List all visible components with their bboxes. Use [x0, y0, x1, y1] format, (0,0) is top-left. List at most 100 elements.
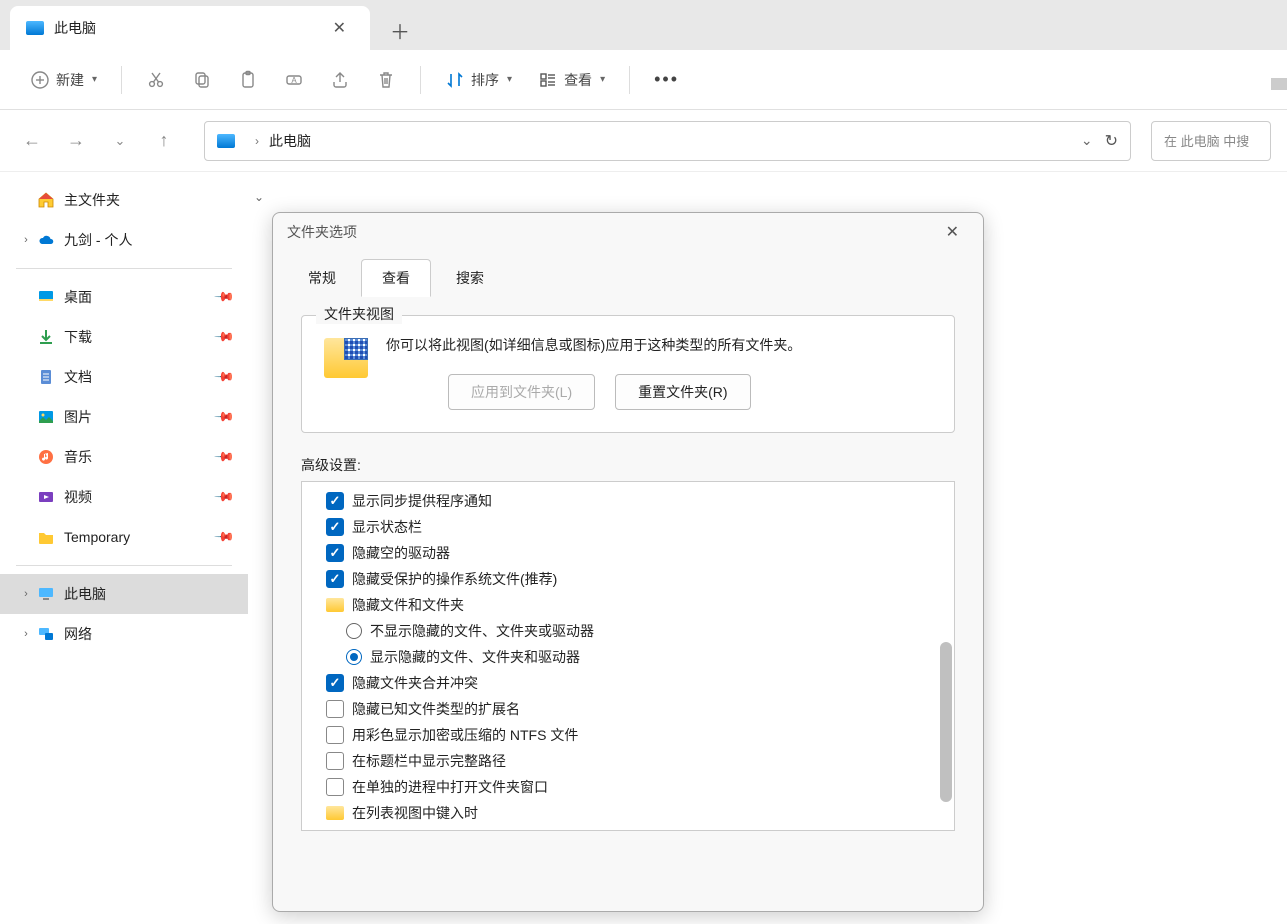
radio-icon[interactable] — [346, 649, 362, 665]
chevron-down-icon[interactable]: ⌄ — [1081, 132, 1093, 149]
back-button[interactable]: ← — [16, 125, 48, 157]
tab-view[interactable]: 查看 — [361, 259, 431, 297]
tab-thispc[interactable]: 此电脑 ✕ — [10, 6, 370, 50]
chevron-right-icon[interactable]: › — [16, 628, 36, 640]
sidebar-label: 桌面 — [64, 287, 92, 307]
advanced-settings-tree[interactable]: 显示同步提供程序通知显示状态栏隐藏空的驱动器隐藏受保护的操作系统文件(推荐)隐藏… — [301, 481, 955, 831]
search-placeholder: 在 此电脑 中搜 — [1164, 131, 1249, 150]
up-button[interactable]: ↑ — [148, 125, 180, 157]
delete-button[interactable] — [366, 62, 406, 98]
sidebar-label: 图片 — [64, 407, 92, 427]
sidebar-item-videos[interactable]: 视频 📌 — [0, 477, 248, 517]
cut-button[interactable] — [136, 62, 176, 98]
tree-check-item[interactable]: 显示同步提供程序通知 — [306, 488, 950, 514]
chevron-right-icon: › — [255, 134, 259, 148]
sort-icon — [445, 70, 465, 90]
checkbox-icon[interactable] — [326, 492, 344, 510]
refresh-icon[interactable]: ↻ — [1105, 131, 1118, 151]
checkbox-icon[interactable] — [326, 700, 344, 718]
scissors-icon — [146, 70, 166, 90]
tree-check-item[interactable]: 隐藏空的驱动器 — [306, 540, 950, 566]
chevron-right-icon[interactable]: › — [16, 588, 36, 600]
tree-check-item[interactable]: 在单独的进程中打开文件夹窗口 — [306, 774, 950, 800]
folder-icon — [326, 806, 344, 820]
rename-button[interactable]: A — [274, 62, 314, 98]
tab-search[interactable]: 搜索 — [435, 259, 505, 297]
toolbar: 新建 ▾ A 排序 ▾ — [0, 50, 1287, 110]
copy-button[interactable] — [182, 62, 222, 98]
sidebar-item-downloads[interactable]: 下载 📌 — [0, 317, 248, 357]
paste-button[interactable] — [228, 62, 268, 98]
sidebar-label: 音乐 — [64, 447, 92, 467]
search-input[interactable]: 在 此电脑 中搜 — [1151, 121, 1271, 161]
tree-radio-item[interactable]: 不显示隐藏的文件、文件夹或驱动器 — [306, 618, 950, 644]
divider — [16, 268, 232, 269]
tree-folder-item[interactable]: 隐藏文件和文件夹 — [306, 592, 950, 618]
tab-general[interactable]: 常规 — [287, 259, 357, 297]
close-icon[interactable]: ✕ — [325, 14, 354, 42]
checkbox-icon[interactable] — [326, 570, 344, 588]
nav-bar: ← → ⌄ ↑ › 此电脑 ⌄ ↻ 在 此电脑 中搜 — [0, 110, 1287, 172]
add-tab-button[interactable]: ＋ — [380, 10, 420, 50]
sidebar-item-temporary[interactable]: Temporary 📌 — [0, 517, 248, 557]
checkbox-icon[interactable] — [326, 778, 344, 796]
sort-button[interactable]: 排序 ▾ — [435, 62, 522, 98]
fieldset-legend: 文件夹视图 — [316, 304, 402, 324]
sidebar-item-home[interactable]: 主文件夹 — [0, 180, 248, 220]
sidebar-item-music[interactable]: 音乐 📌 — [0, 437, 248, 477]
sidebar-item-desktop[interactable]: 桌面 📌 — [0, 277, 248, 317]
tree-item-label: 隐藏文件夹合并冲突 — [352, 673, 478, 693]
tree-check-item[interactable]: 隐藏受保护的操作系统文件(推荐) — [306, 566, 950, 592]
tree-check-item[interactable]: 隐藏已知文件类型的扩展名 — [306, 696, 950, 722]
tree-check-item[interactable]: 用彩色显示加密或压缩的 NTFS 文件 — [306, 722, 950, 748]
address-text: 此电脑 — [269, 131, 1081, 151]
view-button[interactable]: 查看 ▾ — [528, 62, 615, 98]
reset-folders-button[interactable]: 重置文件夹(R) — [615, 374, 750, 410]
sidebar-item-thispc[interactable]: › 此电脑 — [0, 574, 248, 614]
checkbox-icon[interactable] — [326, 726, 344, 744]
tree-check-item[interactable]: 隐藏文件夹合并冲突 — [306, 670, 950, 696]
more-button[interactable]: ••• — [644, 62, 689, 98]
chevron-right-icon[interactable]: › — [16, 234, 36, 246]
clipboard-icon — [238, 70, 258, 90]
checkbox-icon[interactable] — [326, 752, 344, 770]
checkbox-icon[interactable] — [326, 674, 344, 692]
tree-radio-item[interactable]: 在视图中选中键入项 — [306, 826, 950, 831]
separator — [420, 66, 421, 94]
sidebar-item-network[interactable]: › 网络 — [0, 614, 248, 654]
tab-title: 此电脑 — [54, 18, 325, 38]
chevron-down-icon[interactable]: ⌄ — [254, 190, 264, 204]
forward-button[interactable]: → — [60, 125, 92, 157]
tree-folder-item[interactable]: 在列表视图中键入时 — [306, 800, 950, 826]
tree-item-label: 显示隐藏的文件、文件夹和驱动器 — [370, 647, 580, 667]
dialog-title: 文件夹选项 — [287, 222, 936, 242]
close-icon[interactable]: ✕ — [936, 218, 969, 246]
radio-icon[interactable] — [346, 623, 362, 639]
sidebar-item-pictures[interactable]: 图片 📌 — [0, 397, 248, 437]
trash-icon — [376, 70, 396, 90]
document-icon — [36, 367, 56, 387]
folder-icon — [36, 527, 56, 547]
pin-icon: 📌 — [213, 446, 236, 469]
checkbox-icon[interactable] — [326, 518, 344, 536]
separator — [629, 66, 630, 94]
address-bar[interactable]: › 此电脑 ⌄ ↻ — [204, 121, 1131, 161]
scrollbar-fragment[interactable] — [1271, 78, 1287, 90]
sidebar-item-documents[interactable]: 文档 📌 — [0, 357, 248, 397]
sidebar-item-onedrive[interactable]: › 九剑 - 个人 — [0, 220, 248, 260]
new-button[interactable]: 新建 ▾ — [20, 62, 107, 98]
share-button[interactable] — [320, 62, 360, 98]
tree-item-label: 在标题栏中显示完整路径 — [352, 751, 506, 771]
tree-check-item[interactable]: 显示状态栏 — [306, 514, 950, 540]
pin-icon: 📌 — [213, 526, 236, 549]
chevron-down-icon: ▾ — [600, 74, 605, 85]
checkbox-icon[interactable] — [326, 544, 344, 562]
monitor-icon — [36, 584, 56, 604]
scrollbar-thumb[interactable] — [940, 642, 952, 802]
recent-dropdown[interactable]: ⌄ — [104, 125, 136, 157]
dialog-title-bar[interactable]: 文件夹选项 ✕ — [273, 213, 983, 251]
apply-to-folders-button[interactable]: 应用到文件夹(L) — [448, 374, 595, 410]
tree-radio-item[interactable]: 显示隐藏的文件、文件夹和驱动器 — [306, 644, 950, 670]
folder-icon — [326, 598, 344, 612]
tree-check-item[interactable]: 在标题栏中显示完整路径 — [306, 748, 950, 774]
